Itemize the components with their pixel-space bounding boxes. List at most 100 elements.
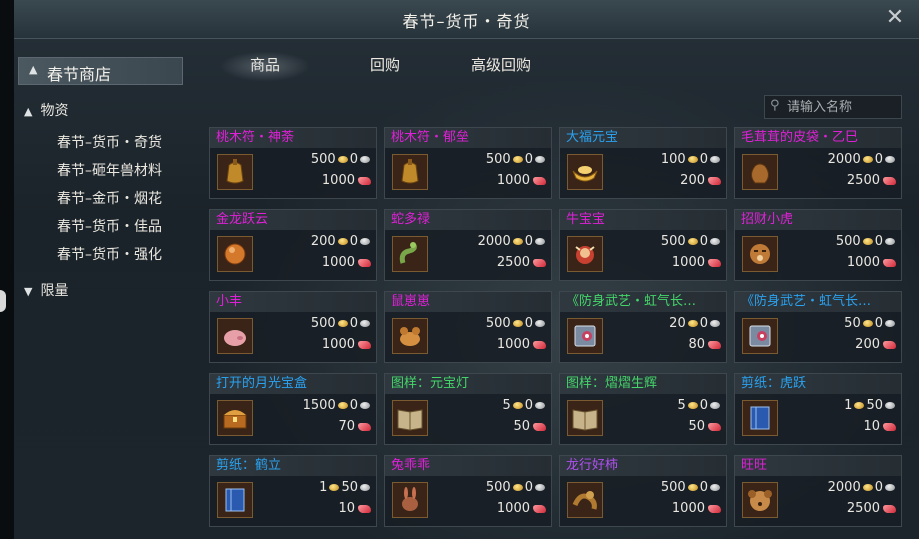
- item-card[interactable]: 小丰 500 0 1000: [209, 291, 377, 363]
- silver-coin-icon: [885, 402, 895, 409]
- item-card[interactable]: 兔乖乖 500 0 1000: [384, 455, 552, 527]
- item-card[interactable]: 牛宝宝 500 0 1000: [559, 209, 727, 281]
- price-silver: 0: [699, 152, 708, 167]
- sidebar-item-beast-materials[interactable]: 春节–砸年兽材料: [57, 160, 162, 180]
- sidebar-item-curios[interactable]: 春节–货币・奇货: [57, 132, 162, 152]
- item-card[interactable]: 桃木符・神荼 500 0 1000: [209, 127, 377, 199]
- sidebar-item-enhance[interactable]: 春节–货币・强化: [57, 244, 162, 264]
- price-token: 2500: [846, 173, 880, 188]
- item-name: 剪纸：虎跃: [735, 374, 901, 394]
- price-token: 70: [338, 419, 355, 434]
- price-token: 1000: [496, 337, 530, 352]
- item-card[interactable]: 龙行好柿 500 0 1000: [559, 455, 727, 527]
- search-input[interactable]: [787, 96, 897, 118]
- price-gold: 500: [310, 152, 336, 167]
- item-card[interactable]: 剪纸：虎跃 1 50 10: [734, 373, 902, 445]
- item-card[interactable]: 剪纸：鹤立 1 50 10: [209, 455, 377, 527]
- item-name: 桃木符・郁垒: [385, 128, 551, 148]
- gold-coin-icon: [687, 402, 698, 409]
- price-token: 1000: [846, 255, 880, 270]
- item-price-currency: 200 0: [311, 234, 371, 249]
- tab-buyback[interactable]: 回购: [370, 54, 400, 75]
- item-icon-frame: [567, 482, 603, 518]
- pattern-book-icon: [395, 403, 425, 433]
- price-token: 50: [688, 419, 705, 434]
- red-token-icon: [358, 340, 371, 349]
- item-price-token: 10: [863, 419, 896, 434]
- item-name: 图样：熠熠生辉: [560, 374, 726, 394]
- item-card[interactable]: 大福元宝 100 0 200: [559, 127, 727, 199]
- close-icon[interactable]: ✕: [883, 6, 907, 30]
- price-token: 80: [688, 337, 705, 352]
- item-price-token: 2500: [847, 173, 896, 188]
- item-card[interactable]: 《防身武艺・虹气长… 50 0 200: [734, 291, 902, 363]
- item-price-currency: 50: [502, 398, 546, 413]
- price-gold: 1500: [302, 398, 336, 413]
- silver-coin-icon: [535, 484, 545, 491]
- shop-window: 春节–货币・奇货 ✕ ▲ 春节商店 ▲ 物资 春节–货币・奇货 春节–砸年兽材料 …: [14, 0, 919, 539]
- item-card[interactable]: 金龙跃云 200 0 1000: [209, 209, 377, 281]
- red-token-icon: [533, 258, 546, 267]
- price-token: 1000: [671, 255, 705, 270]
- price-token: 1000: [321, 337, 355, 352]
- item-card[interactable]: 《防身武艺・虹气长… 20 0 80: [559, 291, 727, 363]
- red-token-icon: [533, 422, 546, 431]
- item-price-currency: 20 0: [669, 316, 721, 331]
- tab-advanced-buyback[interactable]: 高级回购: [471, 54, 531, 75]
- mouse-icon: [395, 321, 425, 351]
- item-card[interactable]: 桃木符・郁垒 500 0 1000: [384, 127, 552, 199]
- item-name: 大福元宝: [560, 128, 726, 148]
- item-card[interactable]: 蛇多禄 2000 0 2500: [384, 209, 552, 281]
- item-card[interactable]: 毛茸茸的皮袋・乙巳 2000 0 2500: [734, 127, 902, 199]
- gold-coin-icon: [512, 484, 523, 491]
- gold-coin-icon: [512, 320, 523, 327]
- price-gold: 500: [485, 316, 511, 331]
- gold-coin-icon: [862, 156, 873, 163]
- red-token-icon: [358, 504, 371, 513]
- sidebar-item-fine-goods[interactable]: 春节–货币・佳品: [57, 216, 162, 236]
- item-price-currency: 1 50: [319, 480, 371, 495]
- item-name: 金龙跃云: [210, 210, 376, 230]
- item-price-token: 1000: [847, 255, 896, 270]
- red-token-icon: [358, 176, 371, 185]
- chevron-down-icon: ▼: [24, 285, 33, 298]
- gold-coin-icon: [687, 320, 698, 327]
- title-bar: 春节–货币・奇货 ✕: [14, 0, 919, 39]
- item-name: 龙行好柿: [560, 456, 726, 476]
- item-name: 《防身武艺・虹气长…: [560, 292, 726, 312]
- price-silver: 0: [349, 152, 358, 167]
- item-icon-frame: [567, 154, 603, 190]
- item-card[interactable]: 旺旺 2000 0 2500: [734, 455, 902, 527]
- item-name: 鼠崽崽: [385, 292, 551, 312]
- price-gold: 2000: [477, 234, 511, 249]
- item-card[interactable]: 打开的月光宝盒 1500 0 70: [209, 373, 377, 445]
- search-box[interactable]: ⚲: [764, 95, 902, 119]
- side-handle[interactable]: [0, 290, 6, 312]
- treasure-chest-icon: [220, 403, 250, 433]
- item-name: 打开的月光宝盒: [210, 374, 376, 394]
- price-silver: 0: [874, 480, 883, 495]
- sidebar-group-supplies[interactable]: ▲ 物资: [24, 100, 68, 120]
- sidebar-shop-header[interactable]: ▲ 春节商店: [18, 57, 183, 85]
- silver-coin-icon: [885, 156, 895, 163]
- item-card[interactable]: 招财小虎 500 0 1000: [734, 209, 902, 281]
- silver-coin-icon: [535, 402, 545, 409]
- red-token-icon: [708, 176, 721, 185]
- item-card[interactable]: 图样：元宝灯 5 0 50: [384, 373, 552, 445]
- item-card[interactable]: 鼠崽崽 500 0 1000: [384, 291, 552, 363]
- skill-book-icon: [570, 321, 600, 351]
- item-card[interactable]: 图样：熠熠生辉 5 0 50: [559, 373, 727, 445]
- item-icon-frame: [392, 318, 428, 354]
- search-icon: ⚲: [770, 98, 780, 113]
- red-token-icon: [883, 504, 896, 513]
- tab-goods[interactable]: 商品: [209, 40, 321, 84]
- sidebar-item-fireworks[interactable]: 春节–金币・烟花: [57, 188, 162, 208]
- price-gold: 500: [660, 234, 686, 249]
- item-price-token: 1000: [497, 173, 546, 188]
- item-name: 旺旺: [735, 456, 901, 476]
- price-silver: 0: [349, 398, 358, 413]
- item-icon-frame: [742, 236, 778, 272]
- item-icon-frame: [567, 318, 603, 354]
- item-icon-frame: [742, 154, 778, 190]
- sidebar-group-limited[interactable]: ▼ 限量: [24, 280, 68, 300]
